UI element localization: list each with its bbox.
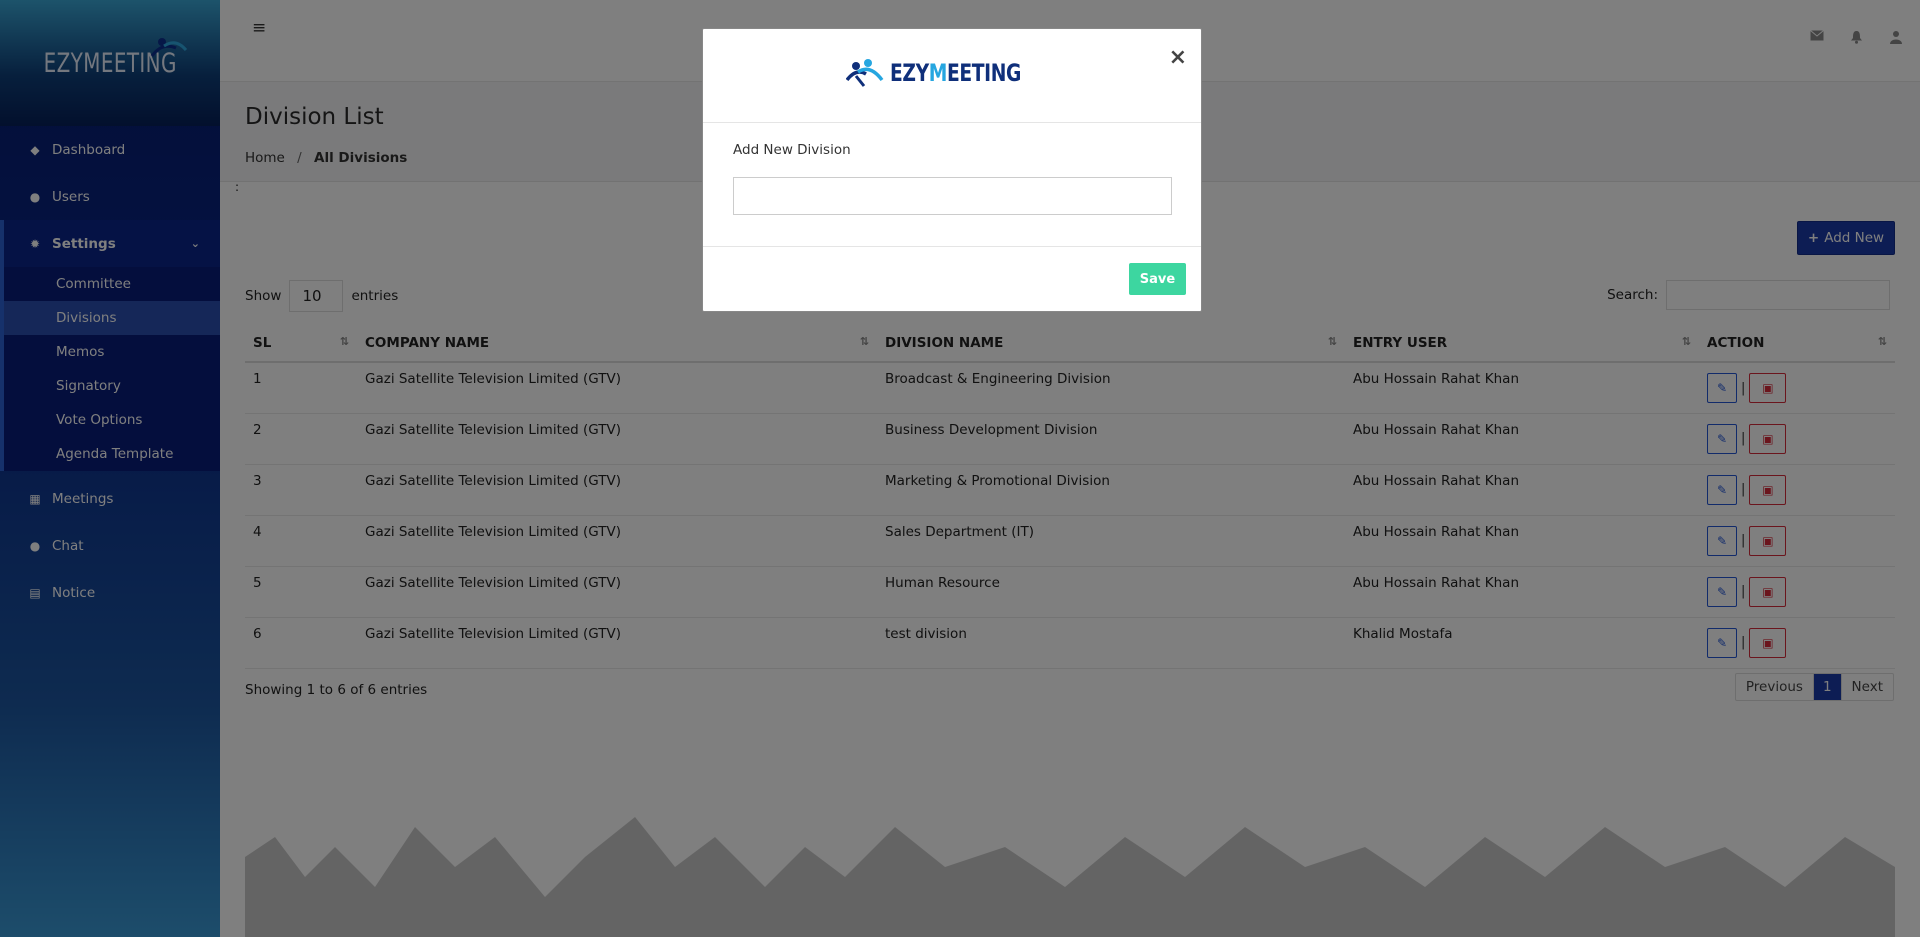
close-icon[interactable]: × [1169, 45, 1187, 70]
modal-logo: EZYMEETING [846, 58, 1058, 88]
division-name-input[interactable] [733, 177, 1172, 215]
modal-logo-text: EZYMEETING [890, 58, 1022, 87]
people-logo-icon [846, 58, 884, 87]
modal-header: EZYMEETING × [703, 29, 1201, 123]
save-button[interactable]: Save [1129, 263, 1186, 295]
modal-body: Add New Division [703, 123, 1201, 247]
division-name-label: Add New Division [733, 142, 851, 158]
modal-footer: Save [703, 247, 1201, 311]
add-division-modal: EZYMEETING × Add New Division Save [702, 28, 1202, 312]
